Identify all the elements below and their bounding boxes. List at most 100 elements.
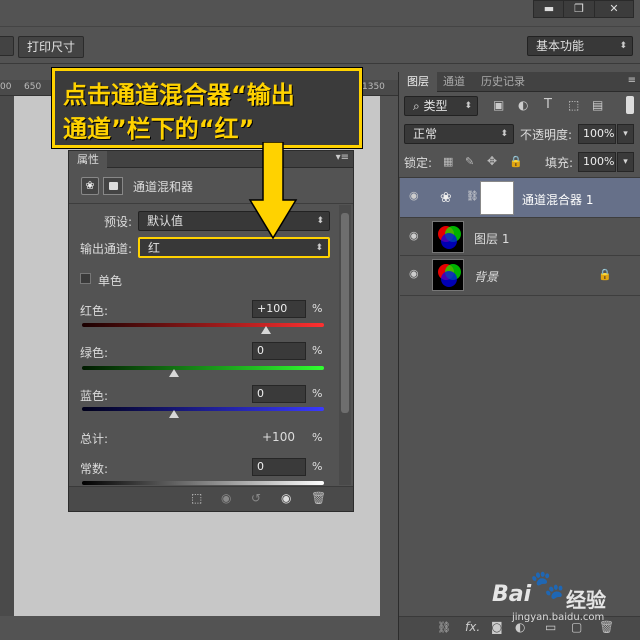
reset-icon[interactable]: ↺ bbox=[251, 491, 261, 505]
lock-icon: 🔒 bbox=[598, 268, 612, 281]
lock-paint-icon[interactable]: ✎ bbox=[465, 155, 474, 168]
workspace-select[interactable]: 基本功能 ⬍ bbox=[527, 36, 633, 56]
layer-row-background[interactable]: ◉ 背景 🔒 bbox=[400, 256, 640, 296]
properties-footer: ⬚ ◉ ↺ ◉ 🗑 bbox=[69, 486, 353, 511]
chevron-icon: ⬍ bbox=[619, 41, 627, 51]
mask-icon-inner bbox=[109, 182, 118, 190]
restore-button[interactable]: ❐ bbox=[563, 0, 595, 18]
fill-dropdown-icon[interactable]: ▾ bbox=[617, 152, 634, 172]
properties-tab[interactable]: 属性 bbox=[69, 151, 107, 168]
annotation-line-1: 点击通道混合器“输出 bbox=[63, 81, 295, 109]
preset-select[interactable]: 默认值 ⬍ bbox=[138, 211, 330, 231]
blue-slider-thumb[interactable] bbox=[168, 410, 179, 418]
constant-percent: % bbox=[312, 460, 323, 473]
search-icon: ⌕ bbox=[413, 99, 424, 113]
visibility-eye-icon[interactable]: ◉ bbox=[409, 267, 419, 280]
layer-row-channel-mixer[interactable]: ◉ ❀ ⛓ 通道混合器 1 bbox=[400, 178, 640, 218]
paw-logo-icon: 🐾 bbox=[530, 568, 565, 601]
opacity-dropdown-icon[interactable]: ▾ bbox=[617, 124, 634, 144]
layer-row-layer1[interactable]: ◉ 图层 1 bbox=[400, 218, 640, 256]
tab-history[interactable]: 历史记录 bbox=[481, 72, 525, 92]
total-label: 总计: bbox=[80, 432, 109, 446]
blend-mode-value: 正常 bbox=[413, 127, 438, 141]
red-input[interactable]: +100 bbox=[252, 300, 306, 318]
layer-mask-thumbnail[interactable] bbox=[480, 181, 514, 215]
total-value: +100 bbox=[262, 430, 295, 444]
clip-to-layer-icon[interactable]: ⬚ bbox=[191, 491, 202, 505]
scrollbar-thumb[interactable] bbox=[341, 213, 349, 413]
red-slider-track[interactable] bbox=[82, 323, 324, 327]
tab-layers[interactable]: 图层 bbox=[399, 72, 437, 92]
ruler-tick: 00 bbox=[0, 82, 12, 92]
fill-label: 填充: bbox=[545, 156, 574, 170]
lock-label: 锁定: bbox=[404, 156, 433, 170]
blue-slider-track[interactable] bbox=[82, 407, 324, 411]
green-label: 绿色: bbox=[80, 346, 109, 360]
link-icon: ⛓ bbox=[466, 191, 479, 202]
filter-type-icon[interactable]: T bbox=[544, 97, 552, 112]
constant-input[interactable]: 0 bbox=[252, 458, 306, 476]
output-channel-select[interactable]: 红 ⬍ bbox=[138, 237, 330, 258]
annotation-arrow bbox=[248, 142, 298, 240]
panel-menu-icon[interactable]: ≡ bbox=[628, 75, 636, 86]
red-percent: % bbox=[312, 302, 323, 315]
opacity-input[interactable]: 100% bbox=[578, 124, 616, 144]
blue-circle bbox=[441, 233, 457, 249]
fill-input[interactable]: 100% bbox=[578, 152, 616, 172]
blue-input[interactable]: 0 bbox=[252, 385, 306, 403]
vertical-ruler bbox=[0, 96, 14, 616]
monochrome-checkbox[interactable] bbox=[80, 273, 91, 284]
visibility-eye-icon[interactable]: ◉ bbox=[409, 189, 419, 202]
properties-panel: 属性 ▾≡ ❀ 通道混和器 bbox=[68, 150, 354, 512]
annotation-callout: 点击通道混合器“输出 通道”栏下的“红” bbox=[52, 68, 362, 148]
tab-channels[interactable]: 通道 bbox=[443, 72, 465, 92]
layer-name: 通道混合器 1 bbox=[522, 193, 594, 207]
red-label: 红色: bbox=[80, 304, 109, 318]
filter-smart-icon[interactable]: ▤ bbox=[592, 98, 603, 112]
view-previous-icon[interactable]: ◉ bbox=[221, 491, 231, 505]
output-channel-label: 输出通道: bbox=[80, 242, 133, 256]
watermark: 🐾 Bai 经验 jingyan.baidu.com bbox=[490, 568, 640, 628]
layer-thumbnail bbox=[432, 259, 464, 291]
lock-transparent-icon[interactable]: ▦ bbox=[443, 155, 453, 168]
link-layers-icon[interactable]: ⛓ bbox=[437, 621, 451, 634]
opacity-label: 不透明度: bbox=[520, 128, 573, 142]
green-slider-track[interactable] bbox=[82, 366, 324, 370]
mask-icon[interactable] bbox=[103, 177, 123, 195]
filter-adjust-icon[interactable]: ◐ bbox=[518, 98, 528, 112]
fx-icon[interactable]: fx. bbox=[465, 620, 480, 634]
minimize-button[interactable]: ▬ bbox=[533, 0, 565, 18]
panel-menu-icon[interactable]: ▾≡ bbox=[336, 152, 349, 163]
filter-pixel-icon[interactable]: ▣ bbox=[493, 98, 504, 112]
visibility-eye-icon[interactable]: ◉ bbox=[409, 229, 419, 242]
lock-move-icon[interactable]: ✥ bbox=[487, 154, 497, 168]
partial-button[interactable] bbox=[0, 36, 14, 56]
constant-slider-track[interactable] bbox=[82, 481, 324, 485]
rgb-circles-icon bbox=[438, 226, 461, 249]
chevron-icon: ⬍ bbox=[464, 101, 472, 111]
close-button[interactable]: ✕ bbox=[594, 0, 634, 18]
mixer-adjust-icon: ❀ bbox=[81, 177, 99, 195]
blue-label: 蓝色: bbox=[80, 389, 109, 403]
watermark-brand-2: 经验 bbox=[566, 588, 606, 612]
layer-name: 图层 1 bbox=[474, 232, 510, 246]
preset-label: 预设: bbox=[104, 215, 133, 229]
filter-shape-icon[interactable]: ⬚ bbox=[568, 98, 579, 112]
chevron-icon: ⬍ bbox=[315, 243, 323, 253]
scrollbar[interactable] bbox=[339, 205, 351, 485]
green-slider-thumb[interactable] bbox=[168, 369, 179, 377]
layer-filter-select[interactable]: ⌕ 类型 ⬍ bbox=[404, 96, 478, 116]
visibility-icon[interactable]: ◉ bbox=[281, 491, 291, 505]
blue-circle bbox=[441, 271, 457, 287]
filter-toggle-icon[interactable] bbox=[626, 96, 634, 114]
green-percent: % bbox=[312, 344, 323, 357]
chevron-icon: ⬍ bbox=[500, 129, 508, 139]
delete-icon[interactable]: 🗑 bbox=[311, 491, 326, 505]
blend-mode-select[interactable]: 正常 ⬍ bbox=[404, 124, 514, 144]
lock-all-icon[interactable]: 🔒 bbox=[509, 155, 523, 168]
preset-value: 默认值 bbox=[147, 214, 184, 228]
red-slider-thumb[interactable] bbox=[260, 326, 271, 334]
green-input[interactable]: 0 bbox=[252, 342, 306, 360]
arrow-shape bbox=[248, 142, 298, 240]
print-size-button[interactable]: 打印尺寸 bbox=[18, 36, 85, 58]
